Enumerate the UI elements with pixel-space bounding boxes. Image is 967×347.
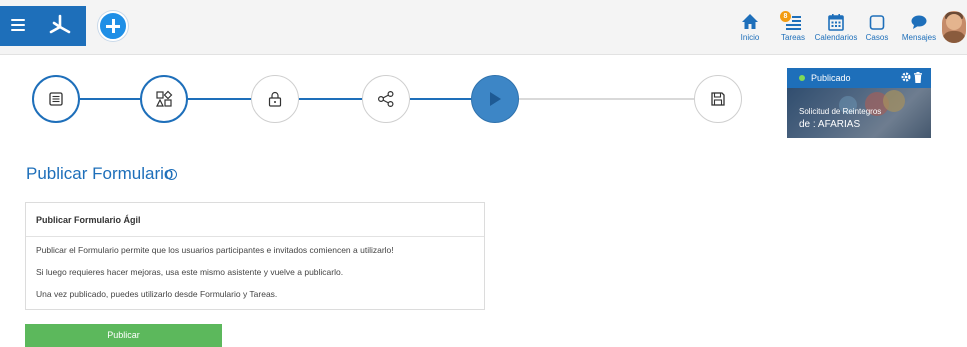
wizard-connector bbox=[188, 98, 251, 100]
panel-title: Publicar Formulario Ágil bbox=[26, 203, 484, 237]
wizard-step-components[interactable] bbox=[140, 75, 188, 123]
chat-icon bbox=[911, 15, 927, 29]
nav-label-calendarios: Calendarios bbox=[814, 33, 858, 42]
components-icon bbox=[156, 90, 173, 107]
brand-block bbox=[0, 6, 86, 46]
cases-icon bbox=[869, 15, 885, 30]
wizard-connector bbox=[519, 98, 694, 100]
page-title: Publicar Formulario bbox=[26, 164, 174, 183]
share-icon bbox=[377, 90, 394, 108]
card-header: Publicado bbox=[787, 68, 931, 88]
save-icon bbox=[711, 92, 725, 106]
publish-button[interactable]: Publicar bbox=[25, 324, 222, 347]
wizard-connector bbox=[80, 98, 140, 100]
calendar-icon bbox=[828, 14, 844, 31]
top-bar: Inicio 8 Tareas Calendarios Casos Mensaj… bbox=[0, 0, 967, 55]
publish-panel: Publicar Formulario Ágil Publicar el For… bbox=[25, 202, 485, 310]
panel-text-line: Si luego requieres hacer mejoras, usa es… bbox=[36, 267, 344, 277]
card-form-name: Solicitud de Reintegros bbox=[799, 107, 882, 116]
nav-label-inicio: Inicio bbox=[740, 33, 760, 42]
play-icon bbox=[490, 92, 501, 106]
nav-label-casos: Casos bbox=[865, 33, 889, 42]
panel-text-line: Una vez publicado, puedes utilizarlo des… bbox=[36, 289, 278, 299]
form-icon bbox=[49, 92, 63, 106]
published-form-card[interactable]: Publicado Solicitud de Reintegros de : A… bbox=[787, 68, 931, 138]
gear-icon[interactable] bbox=[900, 71, 912, 83]
nav-item-casos[interactable]: Casos bbox=[864, 12, 890, 42]
nav-item-inicio[interactable]: Inicio bbox=[736, 12, 764, 42]
lock-icon bbox=[268, 91, 282, 107]
info-icon[interactable]: i bbox=[166, 169, 177, 180]
status-label: Publicado bbox=[811, 73, 851, 83]
panel-text-line: Publicar el Formulario permite que los u… bbox=[36, 245, 394, 255]
wizard-connector bbox=[410, 98, 471, 100]
nav-label-tareas: Tareas bbox=[780, 33, 805, 42]
trash-icon[interactable] bbox=[913, 72, 923, 83]
nav-label-mensajes: Mensajes bbox=[901, 33, 937, 42]
nav-item-mensajes[interactable]: Mensajes bbox=[900, 12, 938, 42]
wizard-step-form[interactable] bbox=[32, 75, 80, 123]
add-button[interactable] bbox=[98, 11, 128, 41]
wizard-step-save[interactable] bbox=[694, 75, 742, 123]
card-owner: de : AFARIAS bbox=[799, 119, 861, 130]
nav-item-calendarios[interactable]: Calendarios bbox=[814, 12, 858, 42]
menu-icon[interactable] bbox=[11, 19, 25, 31]
wizard-step-publish[interactable] bbox=[471, 75, 519, 123]
user-avatar[interactable] bbox=[942, 11, 966, 43]
tasks-badge: 8 bbox=[780, 11, 791, 22]
wizard-connector bbox=[299, 98, 362, 100]
nav-item-tareas[interactable]: 8 Tareas bbox=[779, 11, 807, 42]
status-dot bbox=[799, 75, 805, 81]
app-logo-icon[interactable] bbox=[46, 12, 74, 40]
wizard-step-permissions[interactable] bbox=[251, 75, 299, 123]
wizard-step-share[interactable] bbox=[362, 75, 410, 123]
home-icon bbox=[742, 14, 758, 29]
